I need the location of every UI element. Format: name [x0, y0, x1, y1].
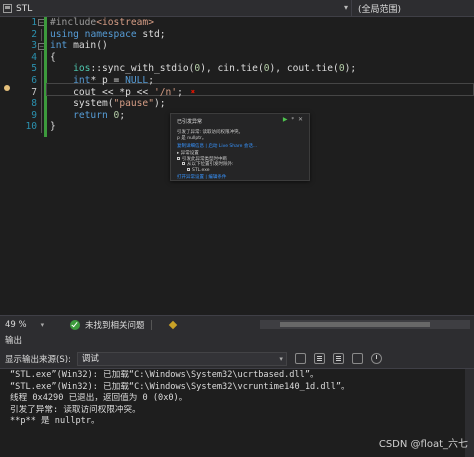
exception-settings: ▸ 异常设置 引发此异常类型时中断 从以下位置引发时除外: STL.exe [177, 151, 234, 173]
code-line[interactable]: ios::sync_with_stdio(0), cin.tie(0), cou… [50, 63, 356, 75]
word-wrap-icon[interactable] [351, 353, 363, 364]
code-line[interactable]: { [50, 52, 56, 64]
module-option[interactable]: STL.exe [177, 167, 234, 174]
line-number: 9 [31, 109, 37, 121]
find-message-icon[interactable] [294, 353, 306, 364]
line-number: 7 [31, 86, 37, 98]
output-window: 输出 显示输出来源(S): 调试 ▾ “STL.exe”(Win32): 已加载… [0, 333, 474, 457]
code-cleanup-icon[interactable] [168, 320, 180, 330]
exception-footer-links[interactable]: 打开异常设置 | 编辑条件 [177, 174, 226, 180]
output-text: “STL.exe”(Win32): 已加载“C:\Windows\System3… [10, 370, 470, 428]
error-marker-icon: ✖ [190, 87, 196, 96]
code-line[interactable]: using namespace std; [50, 29, 166, 41]
line-number: 10 [25, 121, 37, 133]
exception-links[interactable]: 复制详细信息 | 启动 Live Share 会话... [177, 143, 257, 149]
output-toolbar: 显示输出来源(S): 调试 ▾ [0, 349, 474, 369]
zoom-level: 49 % [5, 319, 27, 330]
issues-indicator[interactable]: 未找到相关问题 [70, 316, 145, 334]
continue-icon[interactable]: ▶ [283, 116, 288, 123]
line-number: 2 [31, 28, 37, 40]
chevron-down-icon[interactable]: ▾ [279, 353, 283, 365]
fold-guide [41, 29, 42, 41]
line-number: 8 [31, 98, 37, 110]
change-indicator [44, 17, 47, 137]
line-number: 5 [31, 63, 37, 75]
output-line: **p** 是 nullptr。 [10, 416, 100, 427]
line-number-gutter: 1 2 3 4 5 6 7 8 9 10 [0, 17, 40, 315]
clock-icon[interactable] [370, 353, 382, 364]
line-number: 3 [31, 40, 37, 52]
watermark: CSDN @float_六七 [378, 439, 468, 450]
fold-guide [41, 51, 42, 133]
exception-message: 引发了异常: 读取访问权限冲突。 p 是 nullptr。 [177, 130, 243, 142]
code-line[interactable]: system("pause"); [50, 98, 165, 110]
issues-text: 未找到相关问题 [85, 320, 145, 331]
code-line[interactable]: int* p = NULL; [50, 75, 154, 87]
divider [150, 319, 152, 330]
output-line: 线程 0x4290 已退出，返回值为 0 (0x0)。 [10, 393, 188, 404]
code-line[interactable]: int main() [50, 40, 108, 52]
output-line: 引发了异常: 读取访问权限冲突。 [10, 404, 141, 415]
scope-label: (全局范围) [358, 5, 402, 15]
navigation-bar: STL ▾ (全局范围) [0, 0, 474, 17]
source-value: 调试 [81, 353, 99, 364]
code-line[interactable]: cout << *p << '/n'; ✖ [50, 87, 197, 99]
next-message-icon[interactable] [313, 353, 325, 364]
project-selector[interactable]: STL ▾ [0, 0, 352, 17]
chevron-down-icon[interactable]: ▾ [344, 3, 348, 12]
output-source-select[interactable]: 调试 ▾ [76, 351, 287, 366]
code-line[interactable]: return 0; [50, 110, 125, 122]
exception-controls: ▶ ᵠ ✕ [279, 116, 303, 123]
code-editor[interactable]: 1 2 3 4 5 6 7 8 9 10 − − #include<iostream> using … [0, 17, 474, 315]
exception-title: 已引发异常 [177, 119, 203, 125]
horizontal-scrollbar[interactable] [260, 320, 470, 329]
line-number: 6 [31, 75, 37, 86]
chevron-down-icon[interactable]: ▾ [41, 321, 45, 329]
source-label: 显示输出来源(S): [5, 354, 71, 365]
exception-popup: 已引发异常 ▶ ᵠ ✕ 引发了异常: 读取访问权限冲突。 p 是 nullptr。 … [170, 113, 310, 181]
clear-all-icon[interactable] [332, 353, 344, 364]
checkbox[interactable] [182, 162, 185, 165]
scrollbar-thumb[interactable] [280, 322, 430, 327]
output-line: “STL.exe”(Win32): 已加载“C:\Windows\System3… [10, 381, 350, 392]
editor-status-bar: 49 % ▾ 未找到相关问题 [0, 315, 474, 333]
checkbox[interactable] [177, 156, 180, 160]
zoom-selector[interactable]: 49 % ▾ [0, 316, 70, 334]
checkbox[interactable] [187, 167, 190, 171]
code-line[interactable]: #include<iostream> [50, 17, 154, 29]
output-title: 输出 [0, 333, 474, 349]
line-number: 1 [31, 17, 37, 28]
project-name: STL [16, 3, 33, 14]
line-number: 4 [31, 51, 37, 63]
scope-selector[interactable]: (全局范围) [358, 0, 401, 17]
check-circle-icon [70, 319, 80, 330]
pin-icon[interactable]: ᵠ [291, 116, 294, 123]
code-line[interactable]: } [50, 121, 56, 133]
output-line: “STL.exe”(Win32): 已加载“C:\Windows\System3… [10, 370, 319, 380]
close-icon[interactable]: ✕ [298, 116, 303, 123]
project-icon [3, 4, 12, 13]
exception-detail-text: p 是 nullptr。 [177, 136, 207, 141]
